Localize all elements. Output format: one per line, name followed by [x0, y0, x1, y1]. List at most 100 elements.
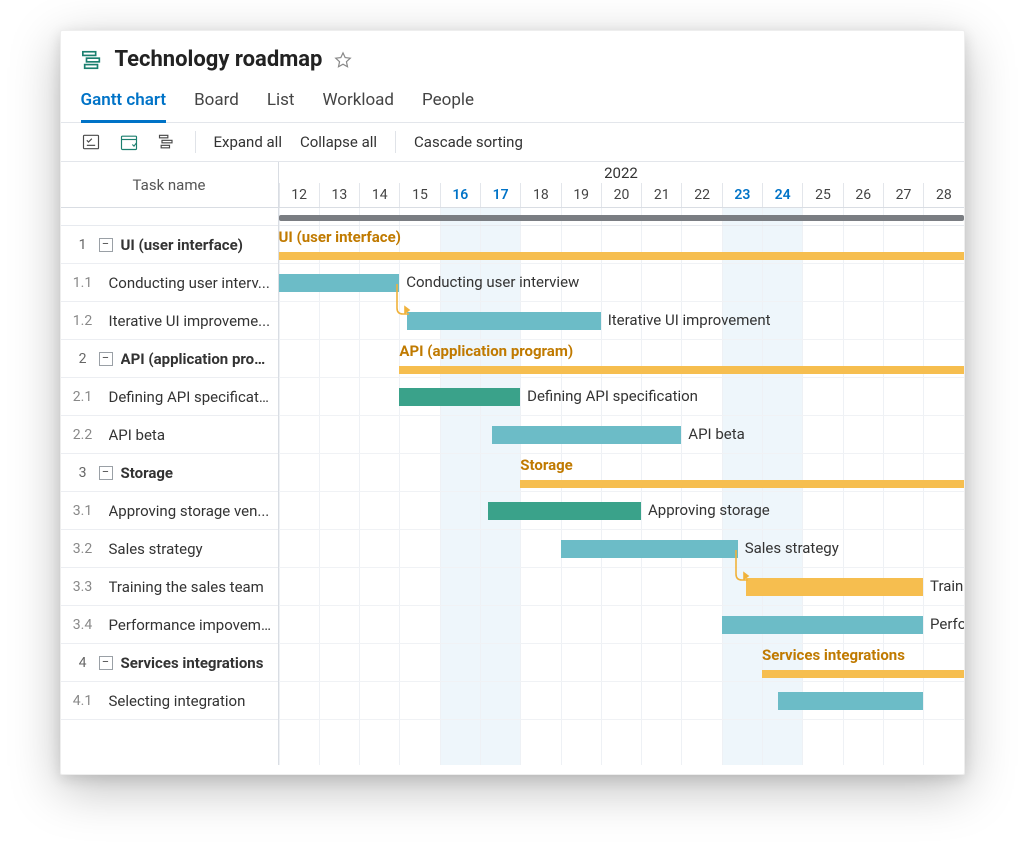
group-row[interactable]: 4−Services integrations — [61, 644, 278, 682]
task-list-panel: Task name 1−UI (user interface)1.1Conduc… — [61, 162, 279, 765]
checklist-icon[interactable] — [81, 132, 101, 152]
day-21[interactable]: 21 — [641, 183, 681, 207]
group-bar[interactable] — [520, 480, 963, 488]
day-15[interactable]: 15 — [399, 183, 439, 207]
row-name: Approving storage ven... — [109, 502, 278, 520]
day-13[interactable]: 13 — [319, 183, 359, 207]
cascade-sorting-button[interactable]: Cascade sorting — [414, 133, 523, 151]
bar-row: UI (user interface) — [279, 226, 964, 264]
gantt-mini-icon[interactable] — [157, 132, 177, 152]
collapse-all-button[interactable]: Collapse all — [300, 133, 377, 151]
row-number: 2.1 — [67, 389, 99, 405]
favorite-star-icon[interactable] — [334, 51, 352, 69]
tab-board[interactable]: Board — [194, 84, 239, 122]
group-row[interactable]: 2−API (application progr... — [61, 340, 278, 378]
task-bar[interactable] — [722, 616, 923, 634]
task-bar[interactable] — [488, 502, 641, 520]
day-25[interactable]: 25 — [802, 183, 842, 207]
day-27[interactable]: 27 — [883, 183, 923, 207]
task-name-header: Task name — [61, 162, 278, 208]
group-label: UI (user interface) — [279, 228, 401, 246]
task-bar-label: Sales strategy — [745, 539, 839, 557]
group-label: Services integrations — [762, 646, 905, 664]
day-26[interactable]: 26 — [843, 183, 883, 207]
row-name: API beta — [109, 426, 278, 444]
group-label: API (application program) — [399, 342, 573, 360]
row-name: Selecting integration — [109, 692, 278, 710]
bar-row: Defining API specification — [279, 378, 964, 416]
row-name: Training the sales team — [109, 578, 278, 596]
row-name: Iterative UI improveme... — [109, 312, 278, 330]
day-12[interactable]: 12 — [279, 183, 319, 207]
row-number: 3.1 — [67, 503, 99, 519]
task-row[interactable]: 2.2 API beta — [61, 416, 278, 454]
left-spacer — [61, 208, 278, 226]
titlebar: Technology roadmap — [61, 31, 964, 80]
row-number: 3.2 — [67, 541, 99, 557]
row-number: 3 — [67, 465, 99, 481]
row-number: 1.2 — [67, 313, 99, 329]
task-bar[interactable] — [746, 578, 923, 596]
task-row[interactable]: 1.1Conducting user interv... — [61, 264, 278, 302]
bar-row: API (application program) — [279, 340, 964, 378]
group-row[interactable]: 3−Storage — [61, 454, 278, 492]
expand-all-button[interactable]: Expand all — [214, 133, 282, 151]
row-name: Sales strategy — [109, 540, 278, 558]
day-24[interactable]: 24 — [762, 183, 802, 207]
tab-list[interactable]: List — [267, 84, 295, 122]
task-row[interactable]: 4.1 Selecting integration — [61, 682, 278, 720]
view-tabs: Gantt chart Board List Workload People — [61, 80, 964, 123]
day-20[interactable]: 20 — [601, 183, 641, 207]
bar-row: Sales strategy — [279, 530, 964, 568]
page-title: Technology roadmap — [115, 47, 323, 72]
gantt-toolbar: Expand all Collapse all Cascade sorting — [61, 123, 964, 162]
day-19[interactable]: 19 — [561, 183, 601, 207]
scrollbar-thumb[interactable] — [279, 215, 964, 221]
timeline-panel[interactable]: 2022 1213141516171819202122232425262728 … — [279, 162, 964, 765]
collapse-toggle[interactable]: − — [99, 238, 113, 252]
row-number: 1 — [67, 237, 99, 253]
task-row[interactable]: 3.3Training the sales team — [61, 568, 278, 606]
collapse-toggle[interactable]: − — [99, 352, 113, 366]
task-row[interactable]: 1.2 Iterative UI improveme... — [61, 302, 278, 340]
task-bar[interactable] — [561, 540, 738, 558]
task-bar-label: Defining API specification — [527, 387, 698, 405]
task-row[interactable]: 3.1 Approving storage ven... — [61, 492, 278, 530]
tab-gantt-chart[interactable]: Gantt chart — [81, 84, 167, 123]
group-bar[interactable] — [279, 252, 964, 260]
day-16[interactable]: 16 — [440, 183, 480, 207]
row-number: 2.2 — [67, 427, 99, 443]
timeline-header: 2022 1213141516171819202122232425262728 — [279, 162, 964, 208]
row-name: Storage — [121, 464, 278, 482]
day-18[interactable]: 18 — [520, 183, 560, 207]
task-bar[interactable] — [407, 312, 600, 330]
row-number: 4.1 — [67, 693, 99, 709]
task-bar[interactable] — [492, 426, 681, 444]
bar-row: Performa — [279, 606, 964, 644]
tab-people[interactable]: People — [422, 84, 474, 122]
day-14[interactable]: 14 — [359, 183, 399, 207]
bar-row: Conducting user interview — [279, 264, 964, 302]
today-icon[interactable] — [119, 132, 139, 152]
group-bar[interactable] — [762, 670, 963, 678]
task-bar[interactable] — [399, 388, 520, 406]
task-bar-label: Performa — [930, 615, 963, 633]
tab-workload[interactable]: Workload — [322, 84, 394, 122]
task-bar[interactable] — [279, 274, 400, 292]
day-17[interactable]: 17 — [480, 183, 520, 207]
day-23[interactable]: 23 — [722, 183, 762, 207]
task-row[interactable]: 3.4Performance impovem... — [61, 606, 278, 644]
collapse-toggle[interactable]: − — [99, 656, 113, 670]
task-bar-label: API beta — [688, 425, 745, 443]
timeline-scrollbar[interactable] — [279, 208, 964, 226]
task-bar[interactable] — [778, 692, 923, 710]
day-28[interactable]: 28 — [923, 183, 963, 207]
group-row[interactable]: 1−UI (user interface) — [61, 226, 278, 264]
group-bar[interactable] — [399, 366, 963, 374]
day-22[interactable]: 22 — [681, 183, 721, 207]
timeline-year: 2022 — [279, 164, 964, 182]
bar-row — [279, 682, 964, 720]
collapse-toggle[interactable]: − — [99, 466, 113, 480]
task-row[interactable]: 3.2 Sales strategy — [61, 530, 278, 568]
task-row[interactable]: 2.1Defining API specification — [61, 378, 278, 416]
